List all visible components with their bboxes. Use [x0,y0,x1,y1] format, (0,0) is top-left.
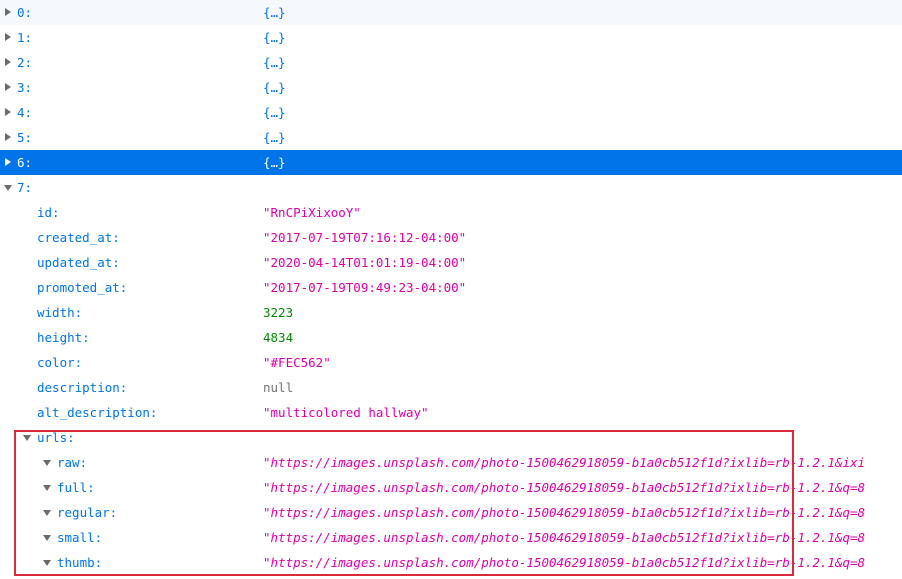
json-object-placeholder: {…} [263,5,286,20]
json-key: raw: [57,455,88,470]
json-object-placeholder: {…} [263,30,286,45]
json-row-0[interactable]: 0: {…} [0,0,902,25]
json-number-value: 3223 [263,305,294,320]
json-string-value: "RnCPiXixooY" [263,205,361,220]
collapsed-arrow-icon[interactable] [2,25,14,50]
json-viewer: 0: {…} 1: {…} 2: {…} 3: {…} 4: {…} 5: {…… [0,0,902,575]
json-key: 1: [17,30,33,45]
json-row-5[interactable]: 5: {…} [0,125,902,150]
json-row-3[interactable]: 3: {…} [0,75,902,100]
json-row-4[interactable]: 4: {…} [0,100,902,125]
json-number-value: 4834 [263,330,294,345]
json-row-urls-raw[interactable]: raw: "https://images.unsplash.com/photo-… [0,450,902,475]
json-row-6-selected[interactable]: 6: {…} [0,150,902,175]
json-key: thumb: [57,555,103,570]
json-string-value: "2020-04-14T01:01:19-04:00" [263,255,467,270]
json-row-color[interactable]: color: "#FEC562" [0,350,902,375]
expanded-arrow-icon[interactable] [2,175,14,200]
json-url-value: "https://images.unsplash.com/photo-15004… [263,530,866,545]
collapsed-arrow-icon[interactable] [2,0,14,25]
expanded-arrow-icon[interactable] [41,525,53,550]
json-row-width[interactable]: width: 3223 [0,300,902,325]
json-row-promoted-at[interactable]: promoted_at: "2017-07-19T09:49:23-04:00" [0,275,902,300]
json-key: 2: [17,55,33,70]
json-object-placeholder: {…} [263,155,286,170]
collapsed-arrow-icon[interactable] [2,75,14,100]
json-key: color: [37,355,83,370]
json-row-1[interactable]: 1: {…} [0,25,902,50]
json-row-urls-full[interactable]: full: "https://images.unsplash.com/photo… [0,475,902,500]
json-key: 6: [17,155,33,170]
json-key: promoted_at: [37,280,128,295]
json-key: height: [37,330,90,345]
collapsed-arrow-icon[interactable] [2,125,14,150]
json-url-value: "https://images.unsplash.com/photo-15004… [263,455,866,470]
json-key: alt_description: [37,405,158,420]
json-row-7[interactable]: 7: [0,175,902,200]
json-key: updated_at: [37,255,120,270]
json-key: description: [37,380,128,395]
json-row-created-at[interactable]: created_at: "2017-07-19T07:16:12-04:00" [0,225,902,250]
json-row-urls[interactable]: urls: [0,425,902,450]
json-key: id: [37,205,60,220]
json-row-description[interactable]: description: null [0,375,902,400]
json-object-placeholder: {…} [263,80,286,95]
collapsed-arrow-icon[interactable] [2,50,14,75]
json-key: 5: [17,130,33,145]
json-object-placeholder: {…} [263,105,286,120]
json-row-height[interactable]: height: 4834 [0,325,902,350]
json-row-urls-regular[interactable]: regular: "https://images.unsplash.com/ph… [0,500,902,525]
json-row-updated-at[interactable]: updated_at: "2020-04-14T01:01:19-04:00" [0,250,902,275]
json-null-value: null [263,380,294,395]
json-row-alt-description[interactable]: alt_description: "multicolored hallway" [0,400,902,425]
json-key: width: [37,305,83,320]
json-url-value: "https://images.unsplash.com/photo-15004… [263,555,866,570]
json-key: created_at: [37,230,120,245]
json-key: small: [57,530,103,545]
json-string-value: "2017-07-19T07:16:12-04:00" [263,230,467,245]
json-key: regular: [57,505,118,520]
json-string-value: "multicolored hallway" [263,405,429,420]
json-key: 4: [17,105,33,120]
json-row-id[interactable]: id: "RnCPiXixooY" [0,200,902,225]
expanded-arrow-icon[interactable] [41,550,53,575]
collapsed-arrow-icon[interactable] [2,100,14,125]
expanded-arrow-icon[interactable] [41,475,53,500]
expanded-arrow-icon[interactable] [21,425,33,450]
json-object-placeholder: {…} [263,130,286,145]
collapsed-arrow-icon[interactable] [2,150,14,175]
json-url-value: "https://images.unsplash.com/photo-15004… [263,480,866,495]
json-key: urls: [37,430,75,445]
json-key: 7: [17,180,33,195]
json-row-2[interactable]: 2: {…} [0,50,902,75]
json-url-value: "https://images.unsplash.com/photo-15004… [263,505,866,520]
json-row-urls-thumb[interactable]: thumb: "https://images.unsplash.com/phot… [0,550,902,575]
json-row-urls-small[interactable]: small: "https://images.unsplash.com/phot… [0,525,902,550]
json-object-placeholder: {…} [263,55,286,70]
expanded-arrow-icon[interactable] [41,450,53,475]
json-key: 3: [17,80,33,95]
json-string-value: "2017-07-19T09:49:23-04:00" [263,280,467,295]
json-key: 0: [17,5,33,20]
expanded-arrow-icon[interactable] [41,500,53,525]
json-string-value: "#FEC562" [263,355,331,370]
json-key: full: [57,480,95,495]
